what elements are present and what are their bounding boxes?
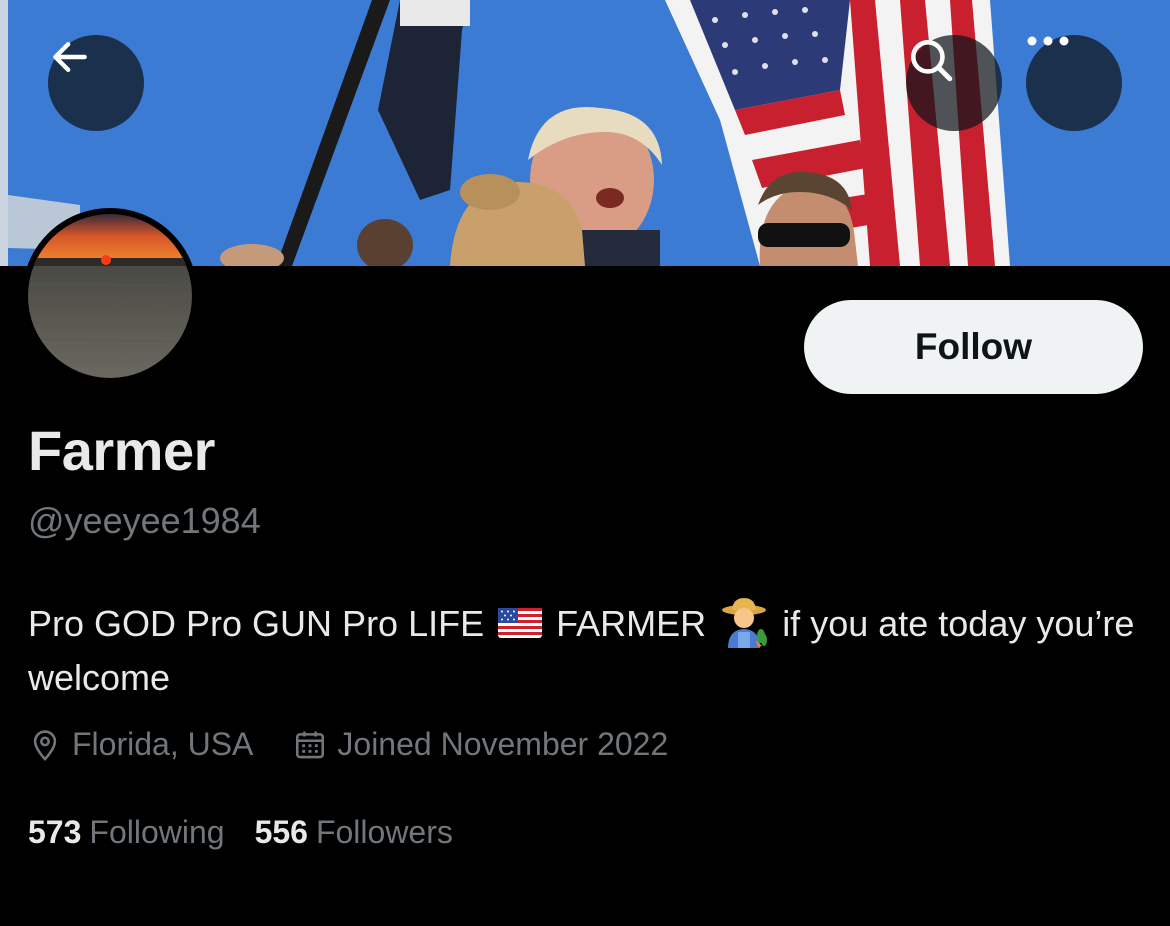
- display-name: Farmer: [28, 419, 215, 482]
- location-text: Florida, USA: [72, 726, 254, 762]
- avatar-image: [28, 214, 192, 378]
- calendar-icon: [293, 728, 327, 762]
- following-count: 573: [28, 814, 82, 850]
- back-button[interactable]: [48, 35, 144, 131]
- location-item: Florida, USA: [28, 726, 253, 763]
- arrow-left-icon: [53, 41, 87, 73]
- profile-bio: Pro GOD Pro GUN Pro LIFE FARMER if you a…: [28, 596, 1138, 705]
- search-button[interactable]: [906, 35, 1002, 131]
- avatar[interactable]: [22, 208, 198, 384]
- following-label: Following: [89, 814, 225, 850]
- followers-count: 556: [254, 814, 308, 850]
- followers-label: Followers: [315, 814, 453, 850]
- location-pin-icon: [28, 728, 62, 762]
- profile-stats: 573 Following 556 Followers: [28, 814, 483, 851]
- follow-button[interactable]: Follow: [804, 300, 1143, 394]
- user-handle: @yeeyee1984: [28, 500, 261, 541]
- search-icon: [911, 40, 953, 82]
- more-horizontal-icon: [1027, 36, 1069, 46]
- more-options-button[interactable]: [1026, 35, 1122, 131]
- farmer-emoji: [722, 598, 768, 648]
- us-flag-emoji: [498, 608, 543, 638]
- banner-image: [0, 0, 1170, 266]
- profile-banner[interactable]: [0, 0, 1170, 266]
- following-link[interactable]: 573 Following: [28, 814, 225, 851]
- followers-link[interactable]: 556 Followers: [255, 814, 453, 851]
- bio-text-part2: FARMER: [556, 603, 707, 644]
- bio-text-part1: Pro GOD Pro GUN Pro LIFE: [28, 603, 485, 644]
- profile-meta: Florida, USA Joined November 2022: [28, 726, 708, 763]
- joined-text: Joined November 2022: [337, 726, 669, 762]
- joined-item: Joined November 2022: [293, 726, 668, 763]
